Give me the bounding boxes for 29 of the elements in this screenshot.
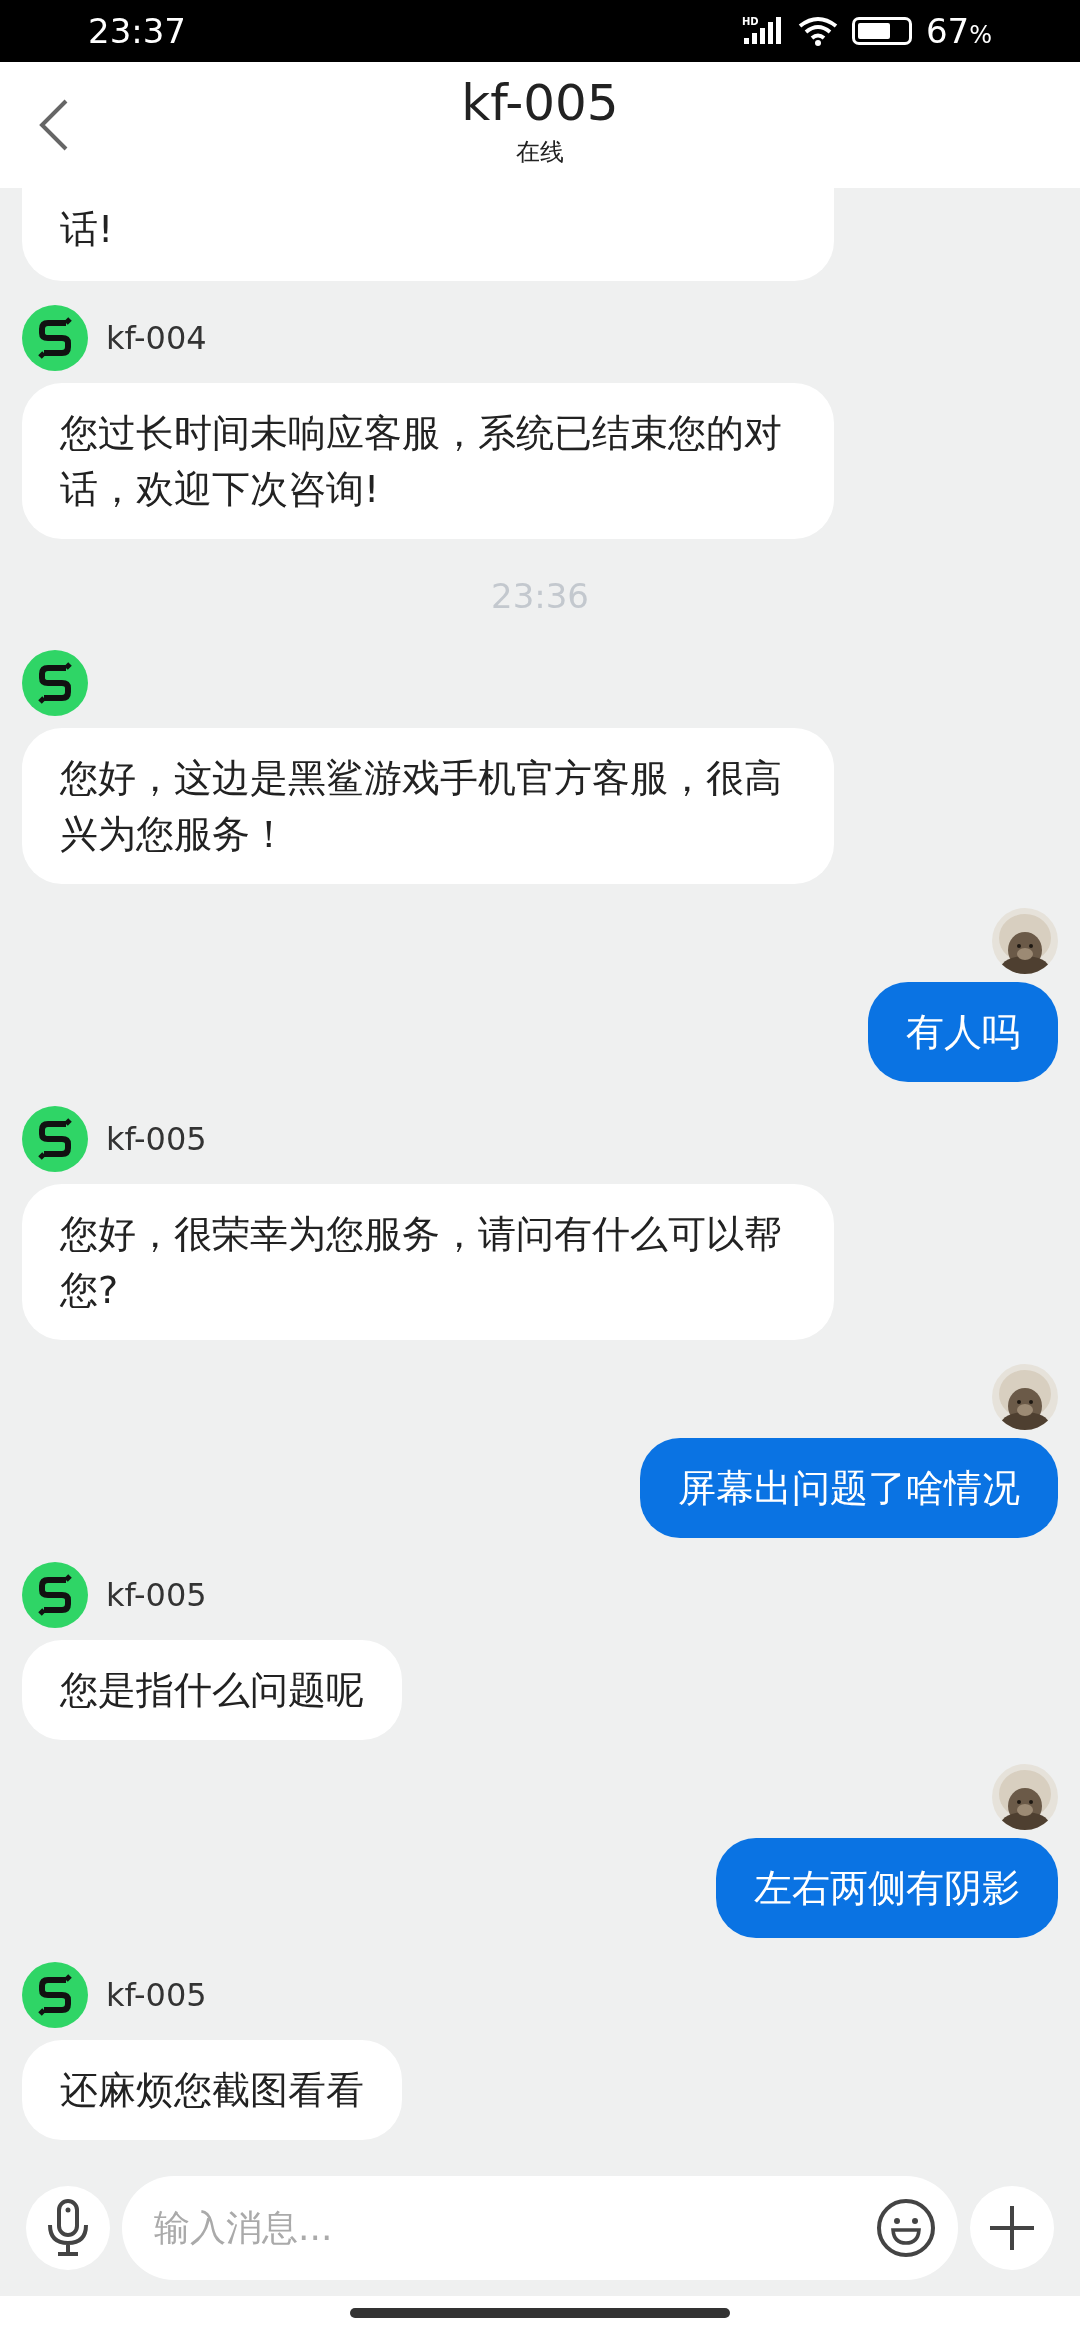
agent-name: kf-004 (106, 318, 207, 359)
online-status: 在线 (516, 137, 564, 168)
clock: 23:37 (88, 9, 186, 53)
agent-name: kf-005 (106, 1575, 207, 1616)
message-bubble: 左右两侧有阴影 (716, 1838, 1058, 1938)
logo-avatar-icon (22, 1562, 88, 1628)
message-bubble: 您过长时间未响应客服，系统已结束您的对话，欢迎下次咨询! (22, 383, 834, 539)
microphone-icon (46, 2199, 90, 2257)
agent-name: kf-005 (106, 1119, 207, 1160)
plus-icon (988, 2204, 1036, 2252)
message-bubble: 屏幕出问题了啥情况 (640, 1438, 1058, 1538)
agent-name: kf-005 (106, 1975, 207, 2016)
message-field[interactable]: 输入消息... (122, 2176, 958, 2280)
logo-avatar-icon (22, 1106, 88, 1172)
message-bubble: 话! (22, 188, 834, 281)
message-bubble: 您是指什么问题呢 (22, 1640, 402, 1740)
battery-percent: 67% (925, 9, 992, 53)
message-bubble: 还麻烦您截图看看 (22, 2040, 402, 2140)
wifi-icon (797, 16, 838, 46)
message-input[interactable]: 输入消息... (154, 2201, 876, 2255)
emoji-icon[interactable] (876, 2198, 936, 2258)
logo-avatar-icon (22, 650, 88, 716)
message-bubble: 您好，很荣幸为您服务，请问有什么可以帮您? (22, 1184, 834, 1340)
logo-avatar-icon (22, 1962, 88, 2028)
message-bubble: 您好，这边是黑鲨游戏手机官方客服，很高兴为您服务！ (22, 728, 834, 884)
logo-avatar-icon (22, 305, 88, 371)
chat-title: kf-005 (461, 73, 619, 134)
message-bubble: 有人吗 (868, 982, 1058, 1082)
battery-icon (851, 17, 912, 45)
